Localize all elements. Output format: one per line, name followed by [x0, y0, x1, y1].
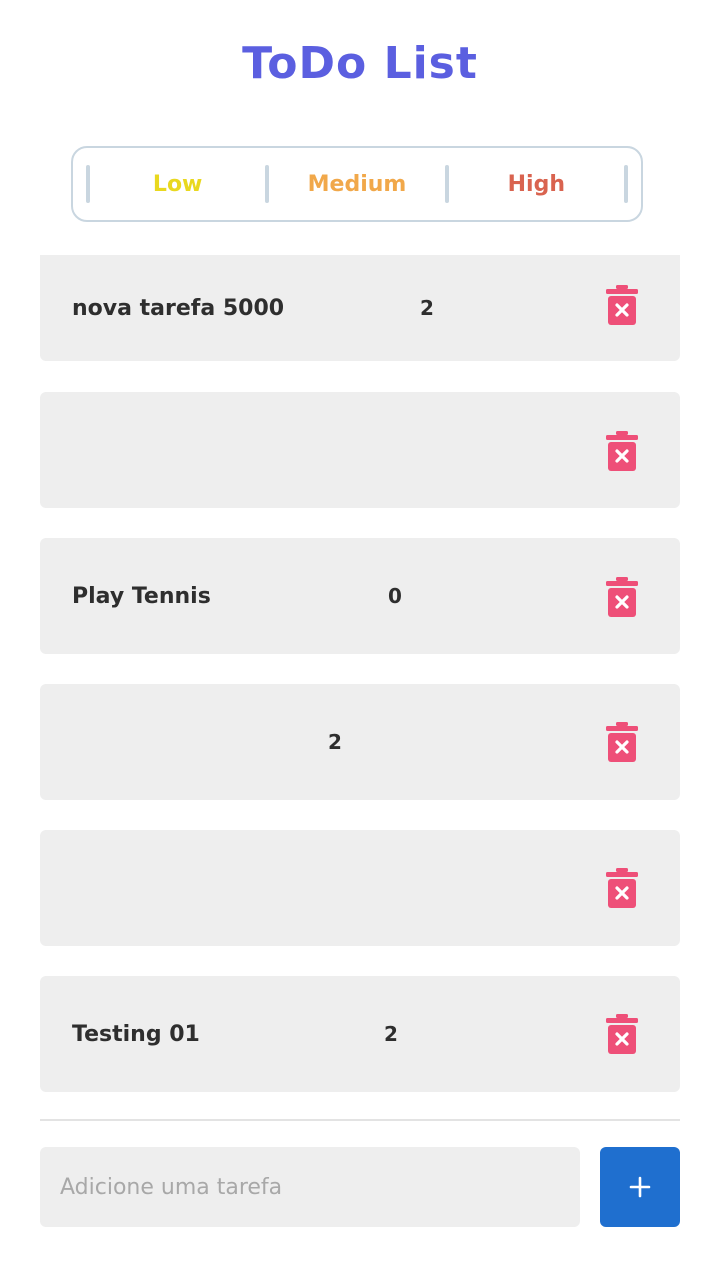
priority-high-button[interactable]: High — [449, 172, 624, 197]
task-name: nova tarefa 5000 — [72, 295, 285, 321]
task-item — [40, 830, 680, 946]
task-priority: 0 — [388, 584, 402, 608]
task-item — [40, 392, 680, 508]
priority-selector: Low Medium High — [71, 146, 643, 222]
task-priority: 2 — [384, 1022, 398, 1046]
new-task-input[interactable] — [40, 1147, 580, 1227]
trash-x-icon — [606, 1014, 638, 1054]
priority-medium-button[interactable]: Medium — [269, 172, 444, 197]
task-list[interactable]: nova tarefa 5000 2 Play Tennis 0 2 Testi… — [40, 255, 680, 1095]
trash-x-icon — [606, 431, 638, 471]
delete-task-button[interactable] — [606, 722, 638, 762]
task-name: Testing 01 — [72, 1021, 200, 1047]
task-priority: 2 — [328, 730, 342, 754]
delete-task-button[interactable] — [606, 285, 638, 325]
task-item: 2 — [40, 684, 680, 800]
trash-x-icon — [606, 722, 638, 762]
task-priority: 2 — [420, 296, 434, 320]
task-item: nova tarefa 5000 2 — [40, 255, 680, 361]
priority-divider — [623, 165, 628, 203]
delete-task-button[interactable] — [606, 1014, 638, 1054]
task-item: Play Tennis 0 — [40, 538, 680, 654]
add-task-button[interactable] — [600, 1147, 680, 1227]
delete-task-button[interactable] — [606, 868, 638, 908]
trash-x-icon — [606, 868, 638, 908]
trash-x-icon — [606, 285, 638, 325]
page-title: ToDo List — [242, 38, 478, 89]
trash-x-icon — [606, 577, 638, 617]
task-item: Testing 01 2 — [40, 976, 680, 1092]
delete-task-button[interactable] — [606, 577, 638, 617]
priority-low-button[interactable]: Low — [90, 172, 265, 197]
plus-icon — [629, 1176, 651, 1198]
task-name: Play Tennis — [72, 583, 211, 609]
delete-task-button[interactable] — [606, 431, 638, 471]
list-divider — [40, 1119, 680, 1121]
